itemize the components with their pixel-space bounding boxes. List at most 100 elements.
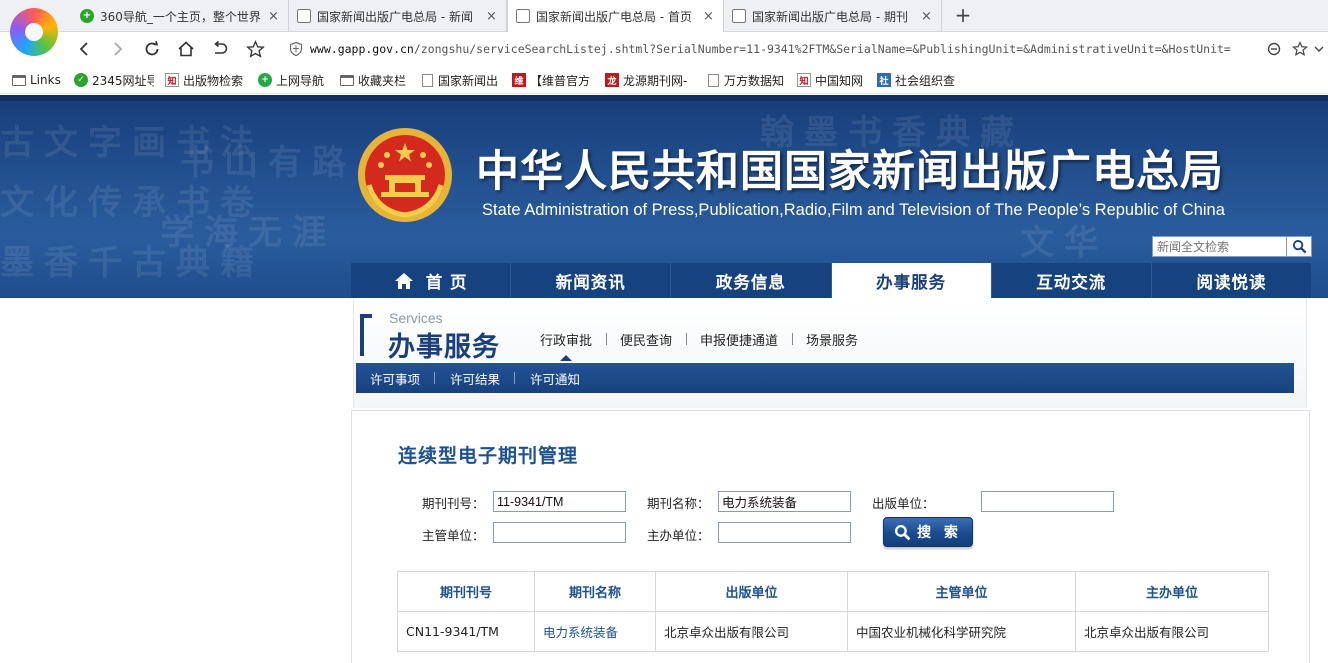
main-nav-news[interactable]: 新闻资讯 — [511, 263, 672, 298]
bookmark-star-button[interactable] — [1288, 37, 1312, 61]
site-search-input[interactable] — [1152, 236, 1287, 257]
address-bar[interactable]: www.gapp.gov.cn/zongshu/serviceSearchLis… — [280, 37, 1320, 61]
host-unit-input[interactable] — [718, 522, 851, 543]
browser-tab-bar: + 360导航_一个主页，整个世界 × 国家新闻出版广电总局 - 新闻 × 国家… — [0, 0, 1328, 56]
reader-icon — [1267, 42, 1281, 56]
column-header: 期刊名称 — [534, 571, 656, 612]
360-icon: + — [258, 73, 272, 87]
main-nav-government[interactable]: 政务信息 — [671, 263, 832, 298]
bookmark-label: 上网导航 — [276, 73, 325, 88]
bookmark-item[interactable]: 知 出版物检索 — [165, 71, 250, 89]
tab-title: 国家新闻出版广电总局 - 期刊 — [752, 9, 908, 24]
close-icon[interactable]: × — [268, 9, 280, 24]
bookmark-item[interactable]: 万方数据知 — [706, 71, 786, 89]
bookmark-item[interactable]: 知 中国知网 — [797, 71, 869, 89]
browser-logo-icon[interactable] — [10, 8, 58, 56]
new-tab-button[interactable]: + — [952, 4, 974, 26]
undo-close-button[interactable] — [208, 37, 232, 61]
site-subtitle: State Administration of Press,Publicatio… — [482, 201, 1225, 219]
bookmark-item[interactable]: 收藏夹栏 — [340, 71, 415, 89]
home-icon — [394, 272, 413, 289]
bookmark-item[interactable]: 国家新闻出 — [420, 71, 500, 89]
serial-number-label: 期刊刊号： — [422, 496, 485, 511]
cell-host-unit: 北京卓众出版有限公司 — [1075, 611, 1269, 652]
national-emblem-icon — [358, 128, 452, 222]
main-nav-label: 办事服务 — [876, 272, 947, 292]
bookmark-item[interactable]: 龙 龙源期刊网- — [605, 71, 695, 89]
bookmark-label: 2345网址导 — [92, 73, 154, 88]
bookmark-label: 收藏夹栏 — [358, 73, 407, 88]
search-button[interactable]: 搜 索 — [883, 517, 973, 547]
subnav-quick-declaration[interactable]: 申报便捷通道 — [686, 330, 792, 349]
main-nav-label: 政务信息 — [715, 272, 786, 292]
serial-number-input[interactable] — [493, 491, 626, 512]
cell-administrative-unit: 中国农业机械化科学研究院 — [847, 611, 1076, 652]
bookmark-item[interactable]: Links — [12, 71, 68, 89]
cell-publishing-unit: 北京卓众出版有限公司 — [655, 611, 848, 652]
main-nav-home[interactable]: 首 页 — [351, 263, 512, 298]
subnav-scenario-services[interactable]: 场景服务 — [792, 330, 872, 349]
bookmarks-bar: Links ✓ 2345网址导 知 出版物检索 + 上网导航 收藏夹栏 国家新闻… — [0, 66, 1328, 94]
bookmark-label: 社会组织查 — [895, 73, 956, 88]
administrative-unit-label: 主管单位： — [422, 528, 485, 543]
serial-name-label: 期刊名称： — [647, 496, 710, 511]
cell-serial-name-link[interactable]: 电力系统装备 — [534, 611, 656, 652]
menu-button[interactable] — [1310, 37, 1328, 61]
home-button[interactable] — [174, 37, 198, 61]
serial-name-input[interactable] — [718, 491, 851, 512]
longyuan-icon: 龙 — [605, 73, 619, 87]
star-icon — [245, 39, 265, 58]
column-header: 出版单位 — [655, 571, 848, 612]
close-icon[interactable]: × — [486, 9, 498, 24]
chevron-down-icon — [1314, 46, 1324, 52]
bookmark-label: Links — [30, 73, 61, 87]
main-nav-label: 阅读悦读 — [1196, 272, 1267, 292]
section-title-en: Services — [389, 310, 443, 326]
tab-license-items[interactable]: 许可事项 — [370, 369, 434, 388]
page-icon — [516, 9, 530, 23]
reload-button[interactable] — [140, 37, 164, 61]
org-icon: 社 — [877, 73, 891, 87]
shield-icon — [289, 41, 303, 57]
browser-tab[interactable]: 国家新闻出版广电总局 - 新闻 × — [289, 0, 507, 32]
bookmark-label: 龙源期刊网- — [623, 73, 688, 88]
subnav-public-query[interactable]: 便民查询 — [606, 330, 686, 349]
subnav-administrative-approval[interactable]: 行政审批 — [526, 330, 606, 361]
bookmark-item[interactable]: 社 社会组织查 — [877, 71, 957, 89]
tab-license-results[interactable]: 许可结果 — [434, 369, 514, 388]
site-search-button[interactable] — [1287, 236, 1312, 257]
back-arrow-icon — [79, 42, 88, 56]
column-header: 期刊刊号 — [397, 571, 535, 612]
close-icon[interactable]: × — [921, 9, 933, 24]
zhi-icon: 知 — [797, 73, 811, 87]
forward-button[interactable] — [106, 37, 130, 61]
site-header: 古文字画书法 文化传承书卷 墨香千古典籍 书山有路 学海无涯 翰墨书香典藏 文华… — [0, 95, 1328, 298]
bookmark-item[interactable]: 维 【维普官方 — [512, 71, 592, 89]
main-nav-label: 互动交流 — [1036, 272, 1107, 292]
close-icon[interactable]: × — [703, 9, 715, 24]
section-title-cn: 办事服务 — [388, 332, 500, 363]
main-nav-interaction[interactable]: 互动交流 — [992, 263, 1152, 298]
search-icon — [895, 524, 911, 540]
bookmark-label: 国家新闻出 — [438, 73, 499, 88]
administrative-unit-input[interactable] — [493, 522, 626, 543]
browser-tab[interactable]: + 360导航_一个主页，整个世界 × — [72, 0, 289, 32]
column-header: 主管单位 — [847, 571, 1076, 612]
favorite-button[interactable] — [243, 37, 267, 61]
reader-mode-button[interactable] — [1262, 37, 1286, 61]
back-button[interactable] — [72, 37, 96, 61]
publishing-unit-input[interactable] — [981, 491, 1114, 512]
main-nav-reading[interactable]: 阅读悦读 — [1152, 263, 1311, 298]
bookmark-item[interactable]: + 上网导航 — [258, 71, 333, 89]
services-subnav: 行政审批 便民查询 申报便捷通道 场景服务 — [526, 330, 872, 361]
main-nav-services[interactable]: 办事服务 — [831, 263, 992, 298]
tab-license-notices[interactable]: 许可通知 — [514, 369, 594, 388]
bookmark-label: 出版物检索 — [183, 73, 244, 88]
page-icon — [707, 73, 719, 87]
tab-title: 国家新闻出版广电总局 - 新闻 — [317, 9, 473, 24]
browser-tab[interactable]: 国家新闻出版广电总局 - 期刊 × — [724, 0, 942, 32]
browser-tab-active[interactable]: 国家新闻出版广电总局 - 首页 × — [507, 0, 724, 32]
bookmark-item[interactable]: ✓ 2345网址导 — [74, 71, 154, 89]
site-title: 中华人民共和国国家新闻出版广电总局 — [476, 147, 1224, 197]
zhi-icon: 知 — [165, 73, 179, 87]
